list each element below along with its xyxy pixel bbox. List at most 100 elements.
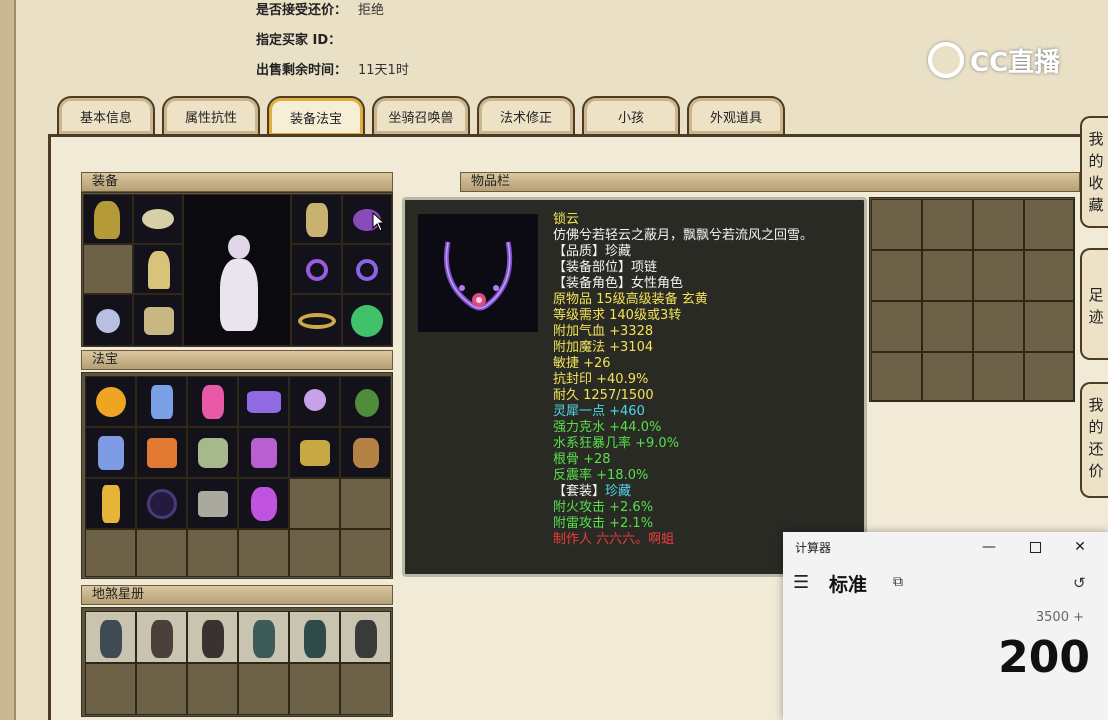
equipment-slot-ring-2[interactable] [342, 244, 392, 294]
inventory-slot[interactable] [973, 301, 1024, 352]
keep-on-top-icon[interactable]: ⧉ [893, 574, 903, 590]
necklace-icon [443, 241, 513, 311]
tooltip-line: 抗封印 +40.9% [553, 372, 649, 387]
tab-label: 装备法宝 [289, 111, 342, 127]
tab-child[interactable]: 小孩 [582, 96, 680, 134]
treasure-slot[interactable] [85, 376, 136, 427]
equipment-slot-belt[interactable] [291, 294, 342, 346]
treasure-slot[interactable] [85, 478, 136, 529]
treasure-slot-empty[interactable] [340, 478, 391, 529]
star-card[interactable] [187, 611, 238, 663]
equipment-slot-empty[interactable] [83, 244, 133, 294]
tooltip-line: 耐久 1257/1500 [553, 388, 654, 403]
close-button[interactable]: ✕ [1060, 534, 1100, 560]
tooltip-line: 灵犀一点 +460 [553, 404, 645, 419]
star-card[interactable] [238, 611, 289, 663]
star-card-empty[interactable] [187, 663, 238, 715]
inventory-slot[interactable] [922, 250, 973, 301]
treasure-slot[interactable] [187, 376, 238, 427]
inventory-slot[interactable] [973, 352, 1024, 401]
treasure-slot[interactable] [136, 427, 187, 478]
treasure-slot-empty[interactable] [136, 529, 187, 577]
equipment-slot-pearl[interactable] [342, 294, 392, 346]
star-card[interactable] [289, 611, 340, 663]
tab-mounts-summons[interactable]: 坐骑召唤兽 [372, 96, 470, 134]
tab-basic-info[interactable]: 基本信息 [57, 96, 155, 134]
star-card[interactable] [85, 611, 136, 663]
treasure-slot[interactable] [340, 427, 391, 478]
inventory-slot[interactable] [871, 250, 922, 301]
equipment-slot-weapon[interactable] [291, 194, 342, 244]
treasure-slot-empty[interactable] [85, 529, 136, 577]
equipment-slot-necklace[interactable] [83, 294, 133, 346]
equipment-slot-cape[interactable] [83, 194, 133, 244]
tooltip-line: 根骨 +28 [553, 452, 611, 467]
inventory-slot[interactable] [922, 301, 973, 352]
book-icon [198, 491, 228, 517]
inventory-slot[interactable] [922, 352, 973, 401]
treasure-slot[interactable] [238, 376, 289, 427]
tab-spell-correction[interactable]: 法术修正 [477, 96, 575, 134]
star-card-empty[interactable] [238, 663, 289, 715]
treasure-slot[interactable] [289, 376, 340, 427]
treasure-slot[interactable] [238, 478, 289, 529]
treasure-slot-empty[interactable] [238, 529, 289, 577]
maximize-button[interactable] [1015, 534, 1055, 560]
treasure-slot-empty[interactable] [289, 478, 340, 529]
equipment-slot-ring-1[interactable] [291, 244, 342, 294]
tab-equipment[interactable]: 装备法宝 [267, 96, 365, 136]
side-tab-favorites[interactable]: 我的收藏 [1080, 116, 1108, 228]
remaining-time-label: 出售剩余时间： [256, 63, 348, 78]
calculator-window: 计算器 — ✕ ☰ 标准 ⧉ ↺ 3500 + 200 [783, 532, 1108, 720]
logo-mark-icon [928, 42, 964, 78]
treasure-slot[interactable] [187, 478, 238, 529]
treasure-slot[interactable] [289, 427, 340, 478]
equipment-slot-boots[interactable] [133, 294, 183, 346]
inventory-slot[interactable] [1024, 199, 1074, 250]
inventory-slot[interactable] [1024, 352, 1074, 401]
tab-attributes[interactable]: 属性抗性 [162, 96, 260, 134]
treasure-slot[interactable] [85, 427, 136, 478]
treasure-slot-empty[interactable] [340, 529, 391, 577]
minimize-button[interactable]: — [969, 534, 1009, 560]
side-tab-label: 足迹 [1088, 286, 1104, 326]
treasure-slot-empty[interactable] [289, 529, 340, 577]
inventory-slot[interactable] [973, 250, 1024, 301]
inventory-slot[interactable] [871, 199, 922, 250]
stream-logo: CC直播 [928, 38, 1088, 82]
whip-icon [251, 487, 277, 521]
menu-icon[interactable]: ☰ [793, 572, 809, 593]
item-description: 锁云 仿佛兮若轻云之蔽月，飘飘兮若流风之回雪。 【品质】珍藏 【装备部位】项链 【装备角… [553, 212, 853, 548]
tab-label: 小孩 [617, 110, 644, 126]
star-card-empty[interactable] [136, 663, 187, 715]
equipment-slot-headgear[interactable] [133, 194, 183, 244]
inventory-slot[interactable] [871, 301, 922, 352]
inventory-slot[interactable] [973, 199, 1024, 250]
star-card-empty[interactable] [289, 663, 340, 715]
tooltip-line: 【装备部位】项链 [553, 260, 658, 275]
treasure-slot[interactable] [187, 427, 238, 478]
treasure-slot[interactable] [136, 478, 187, 529]
side-tab-footprints[interactable]: 足迹 [1080, 248, 1108, 360]
inventory-slot[interactable] [871, 352, 922, 401]
equipment-slot-robe[interactable] [133, 244, 183, 294]
star-book-grid [81, 607, 393, 717]
treasure-slot[interactable] [136, 376, 187, 427]
treasure-slot[interactable] [238, 427, 289, 478]
inventory-slot[interactable] [1024, 250, 1074, 301]
treasure-slot[interactable] [340, 376, 391, 427]
side-tab-label: 我的收藏 [1088, 130, 1104, 214]
inventory-header: 物品栏 [460, 172, 1080, 192]
star-card-empty[interactable] [340, 663, 391, 715]
history-icon[interactable]: ↺ [1073, 574, 1086, 592]
character-portrait [183, 194, 291, 346]
inventory-slot[interactable] [1024, 301, 1074, 352]
side-tab-my-offers[interactable]: 我的还价 [1080, 382, 1108, 498]
treasure-slot-empty[interactable] [187, 529, 238, 577]
star-card[interactable] [340, 611, 391, 663]
star-card[interactable] [136, 611, 187, 663]
tab-appearance[interactable]: 外观道具 [687, 96, 785, 134]
star-card-empty[interactable] [85, 663, 136, 715]
inventory-slot[interactable] [922, 199, 973, 250]
accept-counter-label: 是否接受还价： [256, 3, 348, 18]
